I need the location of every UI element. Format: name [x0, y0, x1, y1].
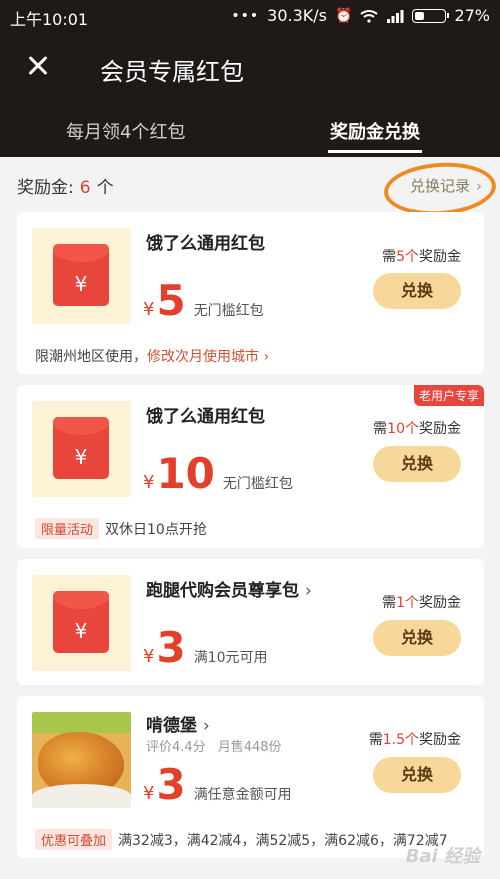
reward-card: ¥ 饿了么通用红包 ¥5 无门槛红包 需5个奖励金 兑换 限潮州地区使用，修改次月…	[17, 212, 484, 374]
red-envelope-icon: ¥	[53, 417, 109, 479]
network-speed: 30.3K/s	[267, 6, 327, 25]
status-indicators: ••• 30.3K/s ⏰ 27%	[231, 6, 490, 25]
watermark: Bai 经验	[405, 846, 480, 867]
reward-requirement: 需5个奖励金	[382, 249, 461, 265]
card-footer-note: 限潮州地区使用，修改次月使用城市 ›	[35, 349, 270, 365]
page-title: 会员专属红包	[100, 58, 244, 86]
alarm-icon: ⏰	[335, 7, 353, 24]
tab-reward-exchange[interactable]: 奖励金兑换	[330, 118, 420, 154]
exchange-history-label: 兑换记录	[409, 177, 470, 195]
price-amount: 3	[156, 760, 186, 809]
red-envelope-icon: ¥	[53, 244, 109, 306]
red-envelope-icon: ¥	[53, 591, 109, 653]
chevron-right-icon: ›	[203, 716, 210, 736]
price-amount: 10	[156, 449, 215, 498]
card-title[interactable]: 跑腿代购会员尊享包 ›	[146, 576, 312, 601]
close-icon[interactable]	[22, 50, 54, 82]
change-city-link[interactable]: 修改次月使用城市 ›	[147, 349, 269, 365]
red-packet-thumbnail: ¥	[32, 401, 131, 497]
redeem-button[interactable]: 兑换	[373, 620, 461, 656]
wifi-icon	[360, 9, 379, 23]
red-packet-thumbnail: ¥	[32, 228, 131, 324]
battery-level	[415, 11, 424, 20]
stackable-discount-tag: 优惠可叠加	[35, 829, 113, 850]
restaurant-name[interactable]: 啃德堡 ›	[146, 711, 210, 736]
exchange-history-link[interactable]: 兑换记录 ›	[410, 175, 482, 196]
reward-card: 老用户专享 ¥ 饿了么通用红包 ¥10 无门槛红包 需10个奖励金 兑换 限量活动…	[17, 385, 484, 548]
price-note: 满任意金额可用	[193, 787, 292, 803]
card-price: ¥10 无门槛红包	[143, 449, 293, 498]
reward-balance-label: 奖励金:	[17, 178, 74, 198]
status-time: 上午10:01	[10, 10, 89, 29]
reward-card: ¥ 跑腿代购会员尊享包 › ¥3 满10元可用 需1个奖励金 兑换	[17, 559, 484, 685]
card-price: ¥3 满10元可用	[143, 623, 268, 672]
limited-activity-tag: 限量活动	[35, 518, 100, 539]
price-note: 无门槛红包	[193, 303, 264, 319]
old-user-badge: 老用户专享	[413, 385, 484, 406]
price-amount: 3	[156, 623, 186, 672]
redeem-button[interactable]: 兑换	[373, 757, 461, 793]
battery-percent: 27%	[454, 6, 490, 25]
card-title: 饿了么通用红包	[146, 234, 265, 254]
battery-icon	[412, 8, 450, 23]
status-bar: 上午10:01 ••• 30.3K/s ⏰ 27%	[0, 0, 500, 32]
price-amount: 5	[156, 276, 186, 325]
card-price: ¥5 无门槛红包	[143, 276, 264, 325]
card-footer-note: 限量活动 双休日10点开抢	[35, 518, 207, 539]
reward-balance-count: 6	[79, 178, 91, 198]
rating: 评价4.4分	[146, 740, 206, 755]
chevron-right-icon: ›	[476, 177, 482, 195]
monthly-sales: 月售448份	[217, 740, 282, 755]
restaurant-rating-line: 评价4.4分 月售448份	[146, 736, 282, 755]
signal-icon	[386, 9, 404, 23]
reward-balance-unit: 个	[96, 178, 114, 198]
card-price: ¥3 满任意金额可用	[143, 760, 292, 809]
card-title: 饿了么通用红包	[146, 407, 265, 427]
reward-requirement: 需1个奖励金	[382, 595, 461, 611]
plate-image	[32, 784, 131, 808]
restaurant-food-image	[32, 712, 131, 808]
redeem-button[interactable]: 兑换	[373, 446, 461, 482]
more-notifications-icon: •••	[231, 7, 260, 24]
tab-monthly-red-packets[interactable]: 每月领4个红包	[66, 118, 185, 154]
price-note: 满10元可用	[193, 650, 268, 666]
reward-requirement: 需1.5个奖励金	[368, 732, 461, 748]
reward-balance-row: 奖励金: 6 个 兑换记录 ›	[0, 157, 500, 209]
price-note: 无门槛红包	[222, 476, 293, 492]
red-packet-thumbnail: ¥	[32, 575, 131, 671]
header: 上午10:01 ••• 30.3K/s ⏰ 27% 会员专属红包 每月领4个红包…	[0, 0, 500, 157]
active-tab-indicator	[328, 150, 422, 153]
reward-requirement: 需10个奖励金	[373, 421, 461, 437]
chevron-right-icon: ›	[305, 581, 312, 601]
reward-card: 啃德堡 › 评价4.4分 月售448份 ¥3 满任意金额可用 需1.5个奖励金 兑换 …	[17, 696, 484, 858]
reward-balance: 奖励金: 6 个	[17, 173, 114, 198]
redeem-button[interactable]: 兑换	[373, 273, 461, 309]
